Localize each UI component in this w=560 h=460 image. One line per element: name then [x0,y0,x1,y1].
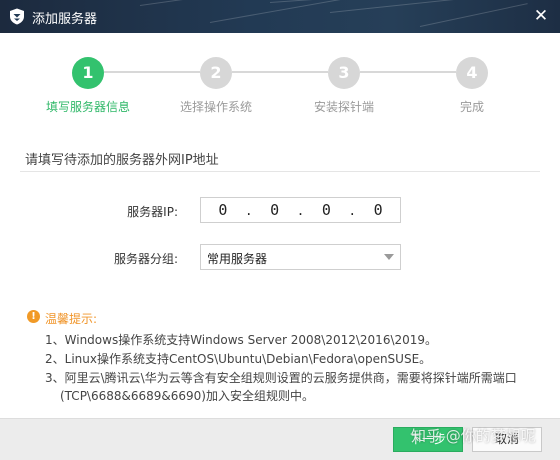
tip-line-1: 1、Windows操作系统支持Windows Server 2008\2012\… [45,333,438,347]
divider [20,171,540,172]
ip-octet-1[interactable]: 0 [201,201,245,219]
step-connector [232,71,328,73]
tip-line-4: (TCP\6688&6689&6690)加入安全组规则中。 [60,389,314,403]
step-indicator: 1 2 3 4 填写服务器信息 选择操作系统 安装探针端 完成 [0,55,560,115]
step-2-label: 选择操作系统 [179,100,252,114]
tip-line-2: 2、Linux操作系统支持CentOS\Ubuntu\Debian\Fedora… [45,352,432,366]
shield-icon [10,8,24,25]
server-ip-label: 服务器IP: [127,205,178,219]
server-ip-input[interactable]: 0 . 0 . 0 . 0 [200,197,401,223]
step-connector [360,71,456,73]
step-1-circle: 1 [72,57,104,89]
step-3-label: 安装探针端 [313,100,374,114]
server-group-select[interactable]: 常用服务器 [200,244,401,270]
close-icon[interactable]: ✕ [532,7,550,25]
tip-line-3: 3、阿里云\腾讯云\华为云等含有安全组规则设置的云服务提供商，需要将探针端所需端… [45,371,517,385]
chevron-down-icon[interactable] [384,254,394,260]
server-group-value: 常用服务器 [207,252,268,266]
cancel-button[interactable]: 取消 [472,427,542,452]
ip-octet-4[interactable]: 0 [356,201,400,219]
step-4-circle: 4 [456,57,488,89]
ip-dot: . [349,201,355,219]
next-button[interactable]: 下一步 [393,427,463,452]
step-connector [104,71,200,73]
tips-title: 温馨提示: [45,312,98,326]
ip-dot: . [298,201,303,219]
ip-octet-2[interactable]: 0 [253,201,297,219]
title-bar[interactable]: 添加服务器 ✕ [0,0,560,33]
step-3-circle: 3 [328,57,360,89]
step-2-circle: 2 [200,57,232,89]
step-4-label: 完成 [459,100,484,114]
step-1-label: 填写服务器信息 [45,100,130,114]
ip-dot: . [246,201,252,219]
server-group-label: 服务器分组: [113,252,178,266]
window-title: 添加服务器 [32,12,98,27]
warning-icon: ! [27,310,40,323]
section-title: 请填写待添加的服务器外网IP地址 [25,153,219,168]
ip-octet-3[interactable]: 0 [305,201,349,219]
